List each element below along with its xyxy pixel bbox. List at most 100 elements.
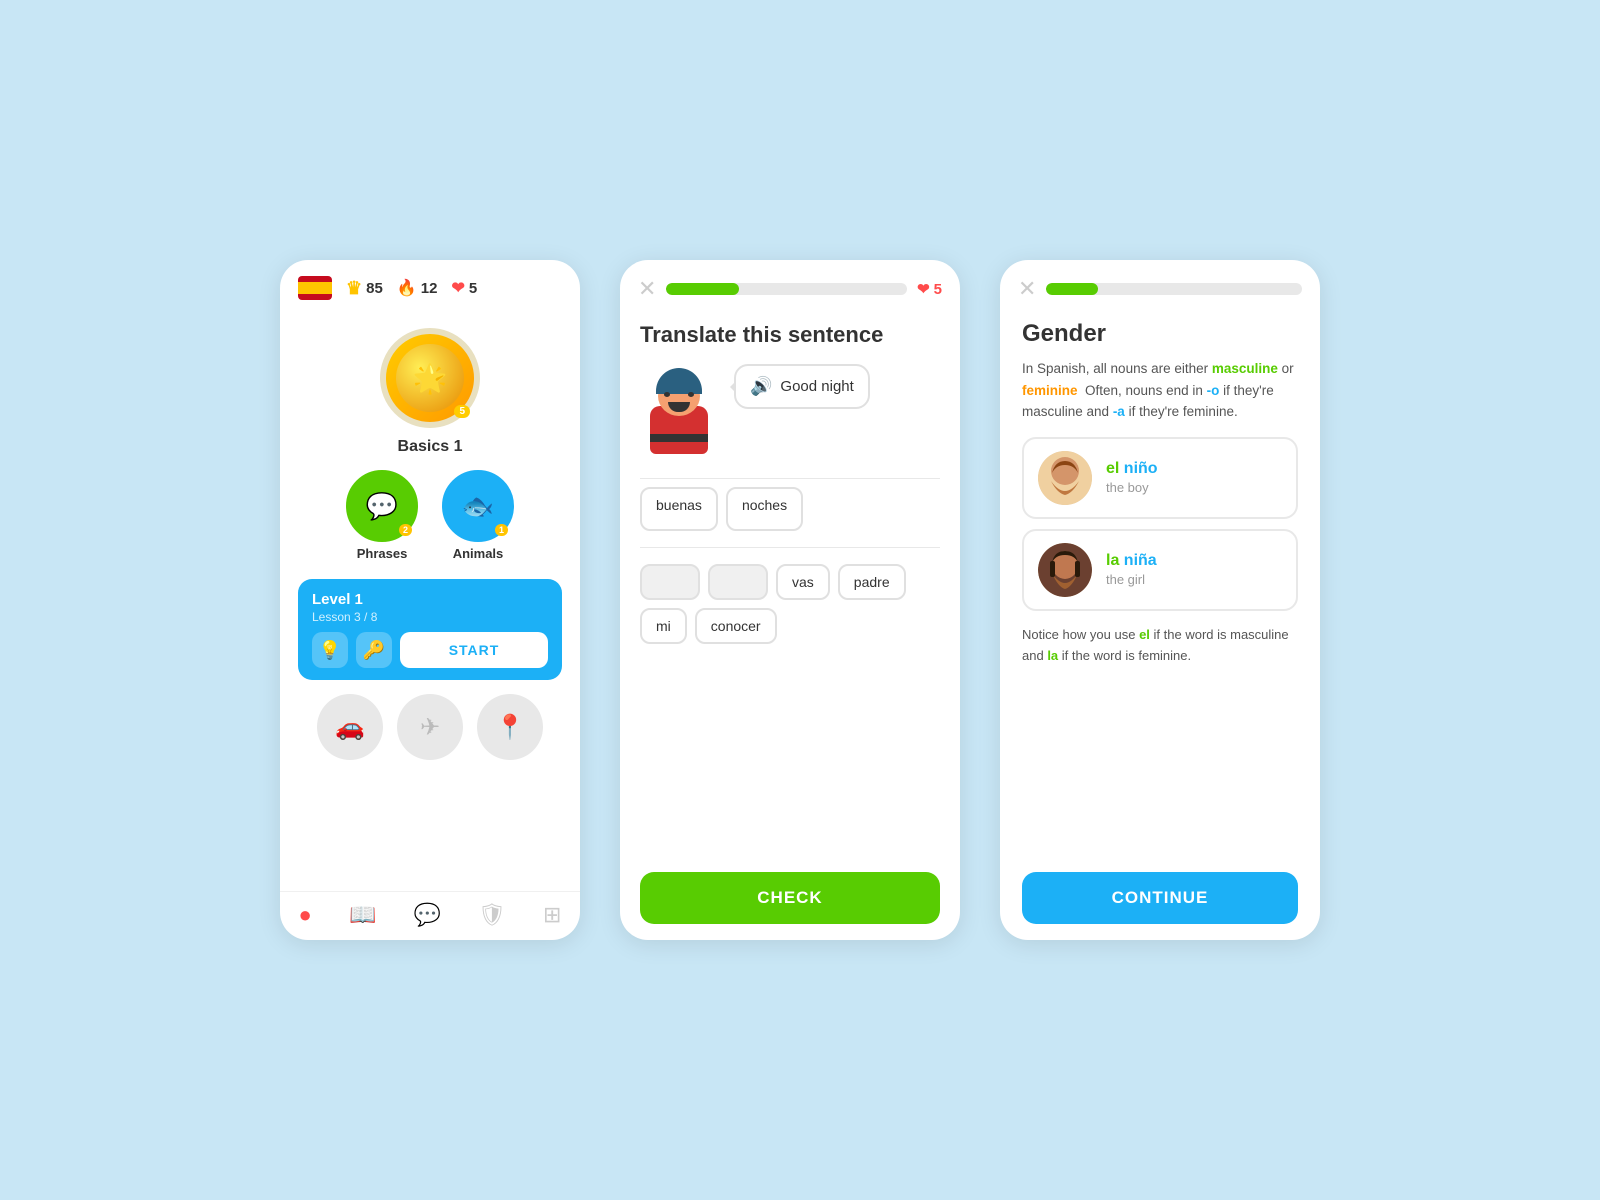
character-speech: 🔊 Good night [640,364,940,454]
desc-text-5: if they're feminine. [1125,404,1238,419]
locked-circle-1: 🚗 [317,694,383,760]
animals-circle[interactable]: 🐟 1 [442,470,514,542]
word-option-5[interactable]: mi [640,608,687,644]
boy-translation: the boy [1106,480,1158,495]
level-sub: Lesson 3 / 8 [312,610,548,624]
word-option-2[interactable] [708,564,768,600]
animals-icon: 🐟 [462,491,494,522]
lesson-row: 💬 2 Phrases 🐟 1 Animals [346,470,514,561]
phrases-icon: 💬 [366,491,398,522]
card3-header: ✕ [1000,260,1320,312]
girl-avatar-svg [1038,543,1092,597]
el-article: el [1106,460,1119,477]
progress-bar-fill-3 [1046,283,1097,295]
masculine-word: masculine [1212,361,1278,376]
gender-card: ✕ Gender In Spanish, all nouns are eithe… [1000,260,1320,940]
card2-body: Translate this sentence [620,312,960,940]
continue-button[interactable]: CONTINUE [1022,872,1298,924]
locked-circle-3: 📍 [477,694,543,760]
translate-title: Translate this sentence [640,322,940,348]
animals-badge: 1 [495,524,508,536]
nino-word: niño [1124,460,1158,477]
speech-bubble: 🔊 Good night [734,364,870,409]
answer-chip-2[interactable]: noches [726,487,803,531]
phrases-circle[interactable]: 💬 2 [346,470,418,542]
locked-circle-2: ✈ [397,694,463,760]
desc-text-1: In Spanish, all nouns are either [1022,361,1212,376]
heart-value: 5 [469,280,477,297]
level-box: Level 1 Lesson 3 / 8 💡 🔑 START [298,579,562,680]
basics-inner: 🌟 [396,344,464,412]
word-option-3[interactable]: vas [776,564,830,600]
key-button[interactable]: 🔑 [356,632,392,668]
basics-circle[interactable]: 🌟 5 [380,328,480,428]
la-article: la [1106,552,1119,569]
animals-label: Animals [453,546,504,561]
close-button-3[interactable]: ✕ [1018,276,1036,302]
start-button[interactable]: START [400,632,548,668]
word-option-6[interactable]: conocer [695,608,777,644]
crown-icon: ♛ [346,278,362,299]
phrases-label: Phrases [357,546,408,561]
nav-home-icon[interactable]: ● [299,902,312,928]
girl-avatar [1038,543,1092,597]
heart-stat: ❤ 5 [451,278,477,298]
progress-bar-fill [666,283,738,295]
translate-card: ✕ ❤ 5 Translate this sentence [620,260,960,940]
level-title: Level 1 [312,591,548,608]
basics-badge: 5 [454,405,470,418]
girl-gender-card: la niña the girl [1022,529,1298,611]
phrases-badge: 2 [399,524,412,536]
speaker-icon[interactable]: 🔊 [750,376,772,397]
nina-word: niña [1124,552,1157,569]
word-option-4[interactable]: padre [838,564,906,600]
animals-pair: 🐟 1 Animals [442,470,514,561]
boy-word-group: el niño the boy [1106,460,1158,495]
hearts-value: 5 [934,281,942,298]
character-figure [640,364,720,454]
close-button[interactable]: ✕ [638,276,656,302]
nav-grid-icon[interactable]: ⊞ [543,902,561,928]
o-ending: -o [1207,383,1220,398]
nav-chat-icon[interactable]: 💬 [413,902,440,928]
notice-la: la [1047,648,1058,663]
divider-top [640,478,940,479]
progress-bar-wrap [666,283,907,295]
notice-el: el [1139,627,1150,642]
level-actions: 💡 🔑 START [312,632,548,668]
girl-word: la niña [1106,552,1157,570]
answer-chip-1[interactable]: buenas [640,487,718,531]
nav-shield-icon[interactable]: 🛡 [478,902,506,928]
flag-spain [298,276,332,300]
heart-icon-2: ❤ [917,280,930,298]
feminine-word: feminine [1022,383,1078,398]
girl-word-group: la niña the girl [1106,552,1157,587]
answer-area[interactable]: buenas noches [640,487,940,531]
basics-name: Basics 1 [398,438,463,456]
fire-value: 12 [421,280,438,297]
card1-nav: ● 📖 💬 🛡 ⊞ [280,891,580,940]
nav-book-icon[interactable]: 📖 [349,902,376,928]
desc-text-3: Often, nouns end in [1078,383,1207,398]
word-option-1[interactable] [640,564,700,600]
divider-bottom [640,547,940,548]
gender-title: Gender [1022,320,1298,348]
boy-avatar [1038,451,1092,505]
boy-avatar-svg [1038,451,1092,505]
boy-gender-card: el niño the boy [1022,437,1298,519]
locked-row: 🚗 ✈ 📍 [317,694,543,760]
hearts-count: ❤ 5 [917,280,942,298]
notice-text-1: Notice how you use [1022,627,1139,642]
card1-header: ♛ 85 🔥 12 ❤ 5 [280,260,580,310]
progress-bar-wrap-3 [1046,283,1302,295]
check-button[interactable]: CHECK [640,872,940,924]
crown-stat: ♛ 85 [346,278,383,299]
screens-container: ♛ 85 🔥 12 ❤ 5 🌟 5 Basics 1 [280,260,1320,940]
crown-value: 85 [366,280,383,297]
bulb-button[interactable]: 💡 [312,632,348,668]
speech-text: Good night [780,378,853,395]
a-ending: -a [1113,404,1125,419]
card3-body: Gender In Spanish, all nouns are either … [1000,312,1320,940]
fire-stat: 🔥 12 [397,278,438,298]
heart-icon: ❤ [451,278,464,298]
